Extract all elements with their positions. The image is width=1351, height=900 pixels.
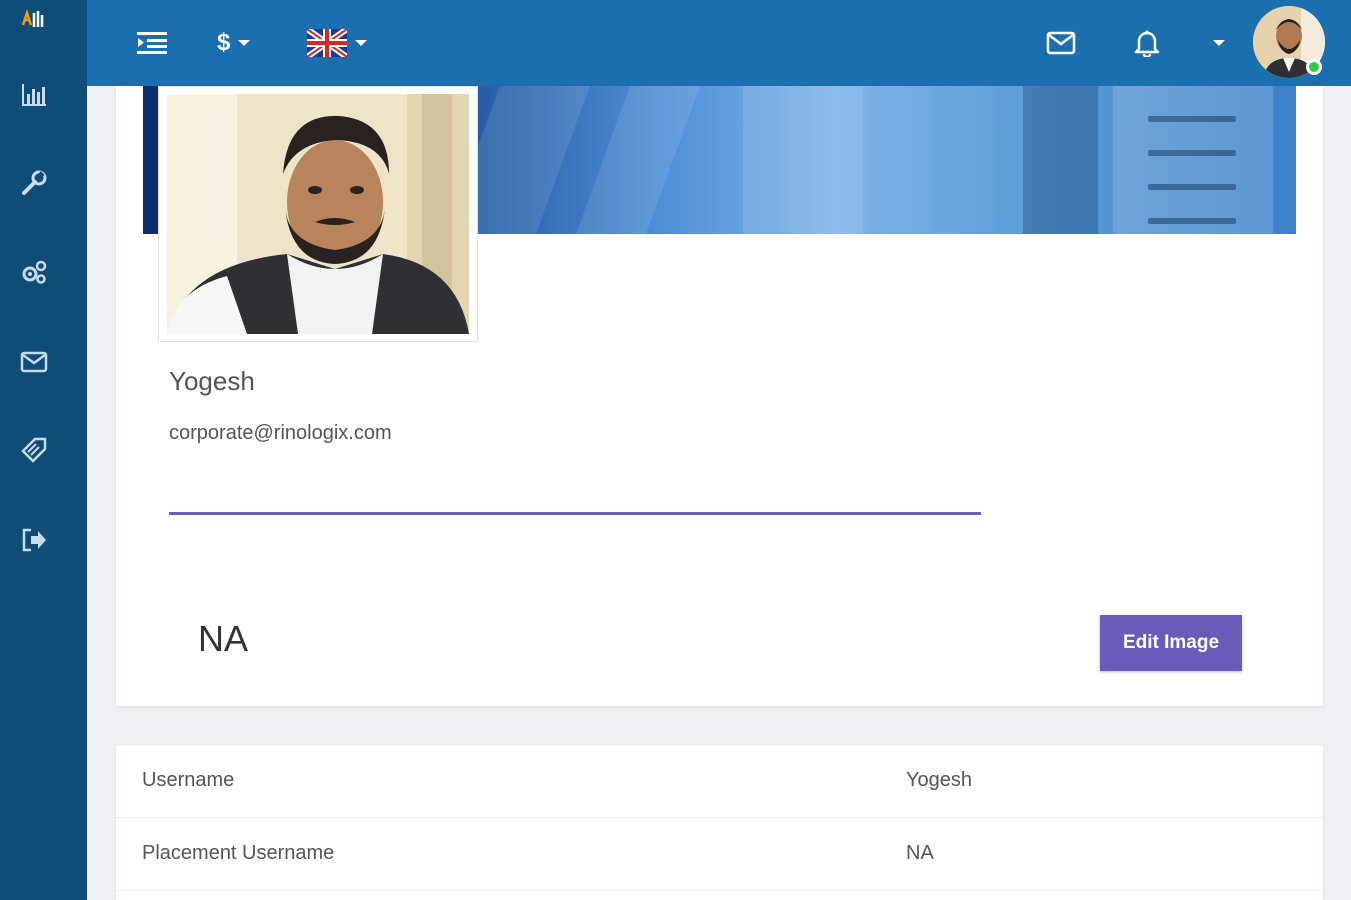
divider (169, 512, 981, 515)
profile-card: Yogesh corporate@rinologix.com NA Edit I… (116, 86, 1323, 706)
gears-icon[interactable] (14, 252, 54, 292)
logout-icon[interactable] (14, 520, 54, 560)
uk-flag-icon (307, 29, 347, 57)
envelope-icon (1046, 31, 1076, 55)
details-card: Username Yogesh Placement Username NA (116, 745, 1323, 900)
profile-name: Yogesh (169, 366, 255, 396)
language-dropdown[interactable] (307, 22, 367, 64)
notifications-button[interactable] (1133, 22, 1161, 64)
detail-label-username: Username (142, 769, 235, 791)
bar-chart-icon[interactable] (14, 75, 54, 115)
user-menu-toggle[interactable] (1213, 22, 1225, 64)
sidebar (0, 0, 87, 900)
detail-value-username: Yogesh (906, 769, 972, 791)
table-row: Username Yogesh (116, 745, 1323, 818)
profile-status-value: NA (198, 618, 249, 659)
currency-label: $ (217, 29, 231, 56)
messages-button[interactable] (1046, 22, 1076, 64)
brand-logo-icon[interactable] (14, 0, 54, 40)
edit-image-button[interactable]: Edit Image (1100, 615, 1242, 671)
online-status-indicator (1306, 59, 1322, 75)
menu-toggle-button[interactable] (136, 22, 168, 64)
tag-icon[interactable] (14, 430, 54, 470)
profile-photo-frame (158, 86, 478, 342)
chevron-down-icon (238, 40, 251, 46)
envelope-icon[interactable] (14, 342, 54, 382)
profile-photo (167, 94, 469, 334)
chevron-down-icon (355, 40, 367, 46)
wrench-icon[interactable] (14, 163, 54, 203)
detail-label-placement-username: Placement Username (142, 842, 335, 864)
chevron-down-icon (1213, 40, 1225, 46)
detail-value-placement-username: NA (906, 842, 934, 864)
table-row: Placement Username NA (116, 818, 1323, 891)
bell-icon (1134, 30, 1160, 57)
profile-email: corporate@rinologix.com (169, 422, 392, 444)
topbar: $ (87, 0, 1351, 86)
menu-toggle-icon (137, 32, 167, 54)
currency-dropdown[interactable]: $ (217, 22, 251, 64)
